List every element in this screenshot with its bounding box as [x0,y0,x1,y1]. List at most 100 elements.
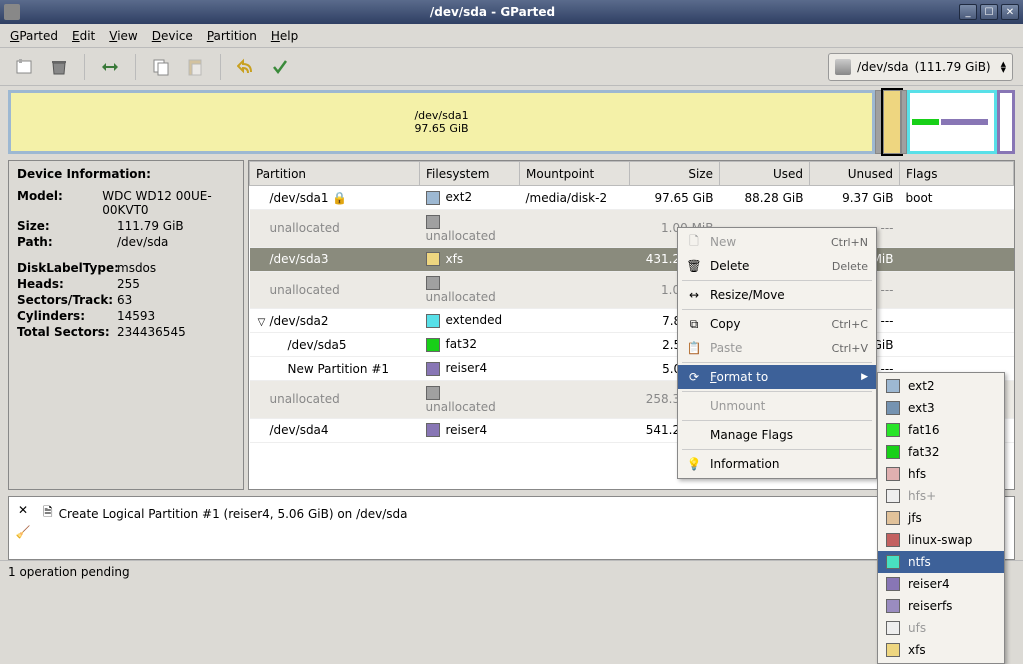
cell-mountpoint [520,210,630,248]
fs-option-label: ntfs [908,555,931,569]
apply-button[interactable] [265,52,295,82]
new-partition-button[interactable] [10,52,40,82]
menu-help[interactable]: HelpHelp [271,29,298,43]
fs-option-label: reiserfs [908,599,952,613]
cyl-key: Cylinders: [17,309,117,323]
map-segment-sda2-extended[interactable] [907,90,997,154]
paste-button[interactable] [180,52,210,82]
ctx-information[interactable]: 💡Information [678,452,876,476]
format-option-fat16[interactable]: fat16 [878,419,1004,441]
resize-move-button[interactable] [95,52,125,82]
fs-color-icon [426,215,440,229]
ctx-manage-flags[interactable]: Manage Flags [678,423,876,447]
cell-mountpoint [520,381,630,419]
titlebar: /dev/sda - GParted _ ☐ ✕ [0,0,1023,24]
col-filesystem[interactable]: Filesystem [420,162,520,186]
cell-flags [900,271,1014,309]
cell-filesystem: unallocated [420,271,520,309]
map-segment-sda4[interactable] [997,90,1015,154]
format-option-ext2[interactable]: ext2 [878,375,1004,397]
disklabel-key: DiskLabelType: [17,261,117,275]
cell-partition: /dev/sda5 [250,333,420,357]
map-segment-new1[interactable] [941,119,988,125]
table-row[interactable]: ▽/dev/sda2 extended 7.81 GiB --- --- [250,309,1014,333]
map-segment-unalloc[interactable] [875,90,883,154]
fs-color-icon [426,314,440,328]
format-option-ufs[interactable]: ufs [878,617,1004,639]
table-row[interactable]: /dev/sda5 fat32 2.50 GiB 8.00 KiB 2.50 G… [250,333,1014,357]
ctx-delete[interactable]: 🗑DeleteDelete [678,254,876,278]
menu-edit[interactable]: EditEdit [72,29,95,43]
format-option-linux-swap[interactable]: linux-swap [878,529,1004,551]
fs-color-icon [886,489,900,503]
ctx-new[interactable]: 🗋NewCtrl+N [678,230,876,254]
menu-view[interactable]: ViewView [109,29,137,43]
undo-button[interactable] [231,52,261,82]
fs-color-icon [886,401,900,415]
col-mountpoint[interactable]: Mountpoint [520,162,630,186]
format-option-ntfs[interactable]: ntfs [878,551,1004,573]
cell-mountpoint [520,418,630,442]
ctx-unmount[interactable]: Unmount [678,394,876,418]
table-row[interactable]: unallocated unallocated 1.00 MiB --- --- [250,210,1014,248]
format-option-fat32[interactable]: fat32 [878,441,1004,463]
device-selector[interactable]: /dev/sda (111.79 GiB) ▲▼ [828,53,1013,81]
fs-color-icon [426,386,440,400]
maximize-button[interactable]: ☐ [980,4,998,20]
separator [682,391,872,392]
cell-partition: unallocated [250,381,420,419]
ctx-paste[interactable]: 📋PasteCtrl+V [678,336,876,360]
format-option-ext3[interactable]: ext3 [878,397,1004,419]
separator [682,280,872,281]
map-segment-sda1[interactable]: /dev/sda1 97.65 GiB [8,90,875,154]
cell-filesystem: unallocated [420,210,520,248]
paste-icon: 📋 [686,340,702,356]
pending-op-item[interactable]: 🗎 Create Logical Partition #1 (reiser4, … [43,503,1008,524]
separator [135,54,136,80]
col-used[interactable]: Used [720,162,810,186]
col-partition[interactable]: Partition [250,162,420,186]
map-segment-sda3[interactable] [883,90,901,154]
menu-device[interactable]: DeviceDevice [152,29,193,43]
col-flags[interactable]: Flags [900,162,1014,186]
format-option-jfs[interactable]: jfs [878,507,1004,529]
cell-filesystem: extended [420,309,520,333]
cell-flags [900,333,1014,357]
minimize-button[interactable]: _ [959,4,977,20]
format-option-reiser4[interactable]: reiser4 [878,573,1004,595]
fs-color-icon [886,621,900,635]
table-row[interactable]: unallocated unallocated 1.00 MiB --- --- [250,271,1014,309]
format-option-reiserfs[interactable]: reiserfs [878,595,1004,617]
expander-icon[interactable]: ▽ [256,317,268,328]
ctx-resize[interactable]: ↔Resize/Move [678,283,876,307]
fs-color-icon [886,467,900,481]
format-option-hfs[interactable]: hfs [878,463,1004,485]
menu-partition[interactable]: PartitionPartition [207,29,257,43]
separator [682,309,872,310]
cell-mountpoint [520,247,630,271]
partition-map[interactable]: /dev/sda1 97.65 GiB [8,90,1015,154]
broom-icon[interactable]: 🧹 [16,525,31,539]
table-row[interactable]: /dev/sda1 🔒 ext2 /media/disk-2 97.65 GiB… [250,186,1014,210]
table-row[interactable]: /dev/sda3 xfs 431.23 MiB 404.65 MiB 26.5… [250,247,1014,271]
map-seg-label: /dev/sda1 [414,109,468,122]
fs-option-label: reiser4 [908,577,950,591]
ctx-format-to[interactable]: ⟳Format toFormat to▶ [678,365,876,389]
cell-mountpoint [520,271,630,309]
menu-gparted[interactable]: GGPartedParted [10,29,58,43]
cell-partition: /dev/sda4 [250,418,420,442]
close-button[interactable]: ✕ [1001,4,1019,20]
cell-flags [900,247,1014,271]
fs-option-label: xfs [908,643,926,657]
col-size[interactable]: Size [630,162,720,186]
close-pending-button[interactable]: ✕ [18,503,28,517]
format-option-xfs[interactable]: xfs [878,639,1004,661]
delete-partition-button[interactable] [44,52,74,82]
map-segment-sda5[interactable] [912,119,939,125]
format-option-hfsplus[interactable]: hfs+ [878,485,1004,507]
copy-button[interactable] [146,52,176,82]
col-unused[interactable]: Unused [810,162,900,186]
cell-filesystem: ext2 [420,186,520,210]
ctx-copy[interactable]: ⧉CopyCtrl+C [678,312,876,336]
fs-color-icon [886,511,900,525]
